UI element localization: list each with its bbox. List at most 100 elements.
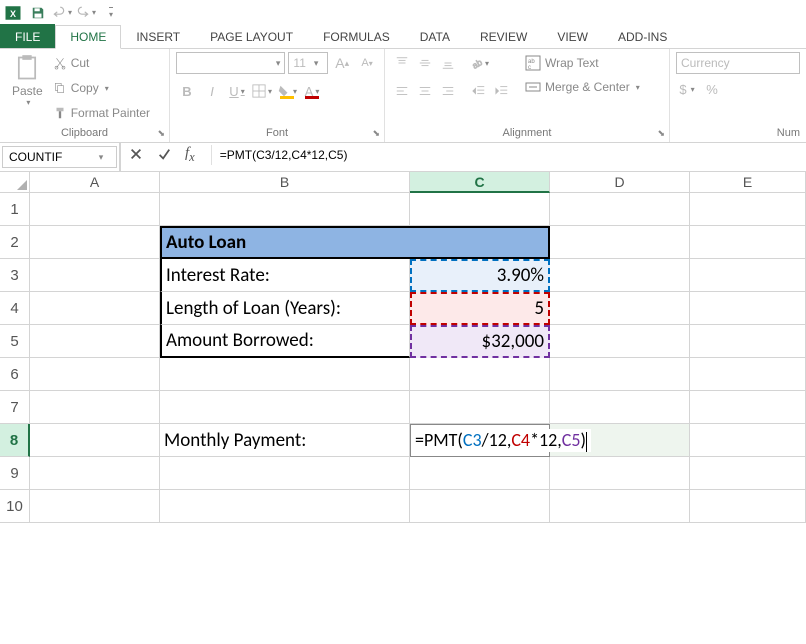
cell-b3[interactable]: Interest Rate: (160, 259, 410, 292)
tab-data[interactable]: DATA (405, 24, 465, 48)
cell-b10[interactable] (160, 490, 410, 523)
cell-d9[interactable] (550, 457, 690, 490)
format-painter-button[interactable]: Format Painter (53, 102, 150, 124)
row-header-4[interactable]: 4 (0, 292, 30, 325)
cell-e6[interactable] (690, 358, 806, 391)
cell-a1[interactable] (30, 193, 160, 226)
redo-button[interactable]: ▾ (75, 2, 97, 24)
cancel-formula-button[interactable] (129, 147, 143, 164)
paste-button[interactable]: Paste ▾ (6, 52, 49, 109)
cut-button[interactable]: Cut (53, 52, 150, 74)
align-right-button[interactable] (437, 80, 459, 102)
cell-d10[interactable] (550, 490, 690, 523)
underline-button[interactable]: U▾ (226, 80, 248, 102)
italic-button[interactable]: I (201, 80, 223, 102)
cell-d3[interactable] (550, 259, 690, 292)
col-header-e[interactable]: E (690, 172, 806, 193)
cell-e10[interactable] (690, 490, 806, 523)
row-header-10[interactable]: 10 (0, 490, 30, 523)
col-header-a[interactable]: A (30, 172, 160, 193)
row-header-3[interactable]: 3 (0, 259, 30, 292)
cell-c7[interactable] (410, 391, 550, 424)
cell-a2[interactable] (30, 226, 160, 259)
cell-b8[interactable]: Monthly Payment: (160, 424, 410, 457)
alignment-launcher[interactable]: ⬊ (657, 128, 665, 139)
cell-a7[interactable] (30, 391, 160, 424)
clipboard-launcher[interactable]: ⬊ (157, 128, 165, 139)
cell-c6[interactable] (410, 358, 550, 391)
cell-a4[interactable] (30, 292, 160, 325)
row-header-1[interactable]: 1 (0, 193, 30, 226)
cell-d2[interactable] (550, 226, 690, 259)
percent-format-button[interactable]: % (701, 78, 723, 100)
cell-b5[interactable]: Amount Borrowed: (160, 325, 410, 358)
font-color-button[interactable]: A▾ (301, 80, 323, 102)
cell-b7[interactable] (160, 391, 410, 424)
cell-c10[interactable] (410, 490, 550, 523)
row-header-8[interactable]: 8 (0, 424, 30, 457)
cell-a5[interactable] (30, 325, 160, 358)
cell-e9[interactable] (690, 457, 806, 490)
fx-button[interactable]: fx (185, 145, 195, 165)
orientation-button[interactable]: ab▾ (468, 52, 490, 74)
row-header-7[interactable]: 7 (0, 391, 30, 424)
cell-a10[interactable] (30, 490, 160, 523)
tab-home[interactable]: HOME (55, 25, 121, 49)
cell-b4[interactable]: Length of Loan (Years): (160, 292, 410, 325)
font-size-combo[interactable]: 11▾ (288, 52, 328, 74)
undo-button[interactable]: ▾ (51, 2, 73, 24)
decrease-indent-button[interactable] (468, 80, 490, 102)
select-all-corner[interactable] (0, 172, 30, 193)
font-launcher[interactable]: ⬊ (372, 128, 380, 139)
row-header-5[interactable]: 5 (0, 325, 30, 358)
wrap-text-button[interactable]: abcWrap Text (521, 52, 644, 74)
align-middle-button[interactable] (414, 52, 436, 74)
cell-d1[interactable] (550, 193, 690, 226)
font-name-combo[interactable]: ▾ (176, 52, 285, 74)
row-header-2[interactable]: 2 (0, 226, 30, 259)
bold-button[interactable]: B (176, 80, 198, 102)
spreadsheet-grid[interactable]: A B C D E 1 2 Auto Loan 3 Interest Rate:… (0, 172, 806, 523)
accounting-format-button[interactable]: $▾ (676, 78, 698, 100)
cell-d7[interactable] (550, 391, 690, 424)
tab-addins[interactable]: ADD-INS (603, 24, 682, 48)
cell-e4[interactable] (690, 292, 806, 325)
align-bottom-button[interactable] (437, 52, 459, 74)
row-header-9[interactable]: 9 (0, 457, 30, 490)
cell-e1[interactable] (690, 193, 806, 226)
align-top-button[interactable] (391, 52, 413, 74)
cell-a6[interactable] (30, 358, 160, 391)
name-box[interactable]: COUNTIF ▾ (2, 146, 117, 168)
row-header-6[interactable]: 6 (0, 358, 30, 391)
cell-d5[interactable] (550, 325, 690, 358)
align-left-button[interactable] (391, 80, 413, 102)
tab-formulas[interactable]: FORMULAS (308, 24, 405, 48)
cell-c5[interactable]: $32,000 (410, 325, 550, 358)
number-format-combo[interactable]: Currency (676, 52, 800, 74)
col-header-d[interactable]: D (550, 172, 690, 193)
tab-file[interactable]: FILE (0, 24, 55, 48)
cell-e7[interactable] (690, 391, 806, 424)
shrink-font-button[interactable]: A▾ (356, 52, 378, 74)
col-header-c[interactable]: C (410, 172, 550, 193)
merge-center-button[interactable]: Merge & Center▾ (521, 76, 644, 98)
increase-indent-button[interactable] (491, 80, 513, 102)
cell-d6[interactable] (550, 358, 690, 391)
cell-a8[interactable] (30, 424, 160, 457)
cell-e8[interactable] (690, 424, 806, 457)
cell-a9[interactable] (30, 457, 160, 490)
cell-d4[interactable] (550, 292, 690, 325)
border-button[interactable]: ▾ (251, 80, 273, 102)
cell-c2[interactable] (410, 226, 550, 259)
fill-color-button[interactable]: ▾ (276, 80, 298, 102)
cell-b2[interactable]: Auto Loan (160, 226, 410, 259)
cell-b1[interactable] (160, 193, 410, 226)
tab-review[interactable]: REVIEW (465, 24, 542, 48)
cell-c3[interactable]: 3.90% (410, 259, 550, 292)
save-button[interactable] (27, 2, 49, 24)
tab-view[interactable]: VIEW (542, 24, 603, 48)
customize-qat-button[interactable]: ▾ (99, 2, 121, 24)
cell-a3[interactable] (30, 259, 160, 292)
cell-e5[interactable] (690, 325, 806, 358)
enter-formula-button[interactable] (157, 147, 171, 164)
